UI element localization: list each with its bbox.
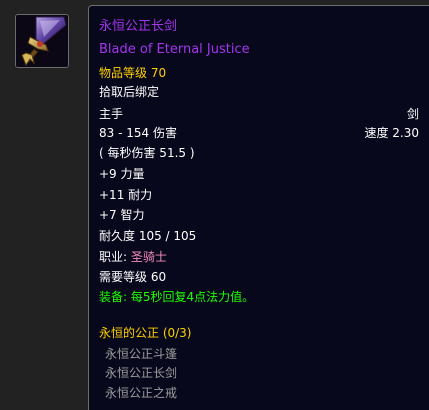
item-icon-frame <box>15 14 69 68</box>
item-name-en: Blade of Eternal Justice <box>99 42 250 57</box>
set-piece-ring: 永恒公正之戒 <box>105 386 178 400</box>
stat-strength: +9 力量 <box>99 167 145 181</box>
sword-icon <box>16 15 68 67</box>
weapon-type-text: 剑 <box>406 107 419 121</box>
item-name-cn: 永恒公正长剑 <box>99 19 178 34</box>
set-piece-cloak: 永恒公正斗篷 <box>105 347 178 361</box>
damage-text: 83 - 154 伤害 <box>99 126 177 140</box>
item-tooltip: 永恒公正长剑 Blade of Eternal Justice 物品等级 70 … <box>88 5 429 410</box>
set-piece-blade: 永恒公正长剑 <box>105 366 178 380</box>
class-value-paladin: 圣骑士 <box>130 250 167 264</box>
class-requirement: 职业: 圣骑士 <box>99 248 419 266</box>
dps-text: ( 每秒伤害 51.5 ) <box>99 146 195 160</box>
stat-stamina: +11 耐力 <box>99 188 153 202</box>
slot-text: 主手 <box>99 107 124 121</box>
binding-text: 拾取后绑定 <box>99 85 160 99</box>
speed-text: 速度 2.30 <box>364 126 419 140</box>
slot-row: 主手 剑 <box>99 105 419 123</box>
equip-effect-text: 装备: 每5秒回复4点法力值。 <box>99 290 255 304</box>
damage-row: 83 - 154 伤害 速度 2.30 <box>99 124 419 142</box>
durability-text: 耐久度 105 / 105 <box>99 229 197 243</box>
class-label: 职业: <box>99 250 128 264</box>
item-level: 物品等级 70 <box>99 66 167 80</box>
required-level-text: 需要等级 60 <box>99 270 167 284</box>
stat-intellect: +7 智力 <box>99 208 145 222</box>
set-title: 永恒的公正 (0/3) <box>99 326 192 340</box>
